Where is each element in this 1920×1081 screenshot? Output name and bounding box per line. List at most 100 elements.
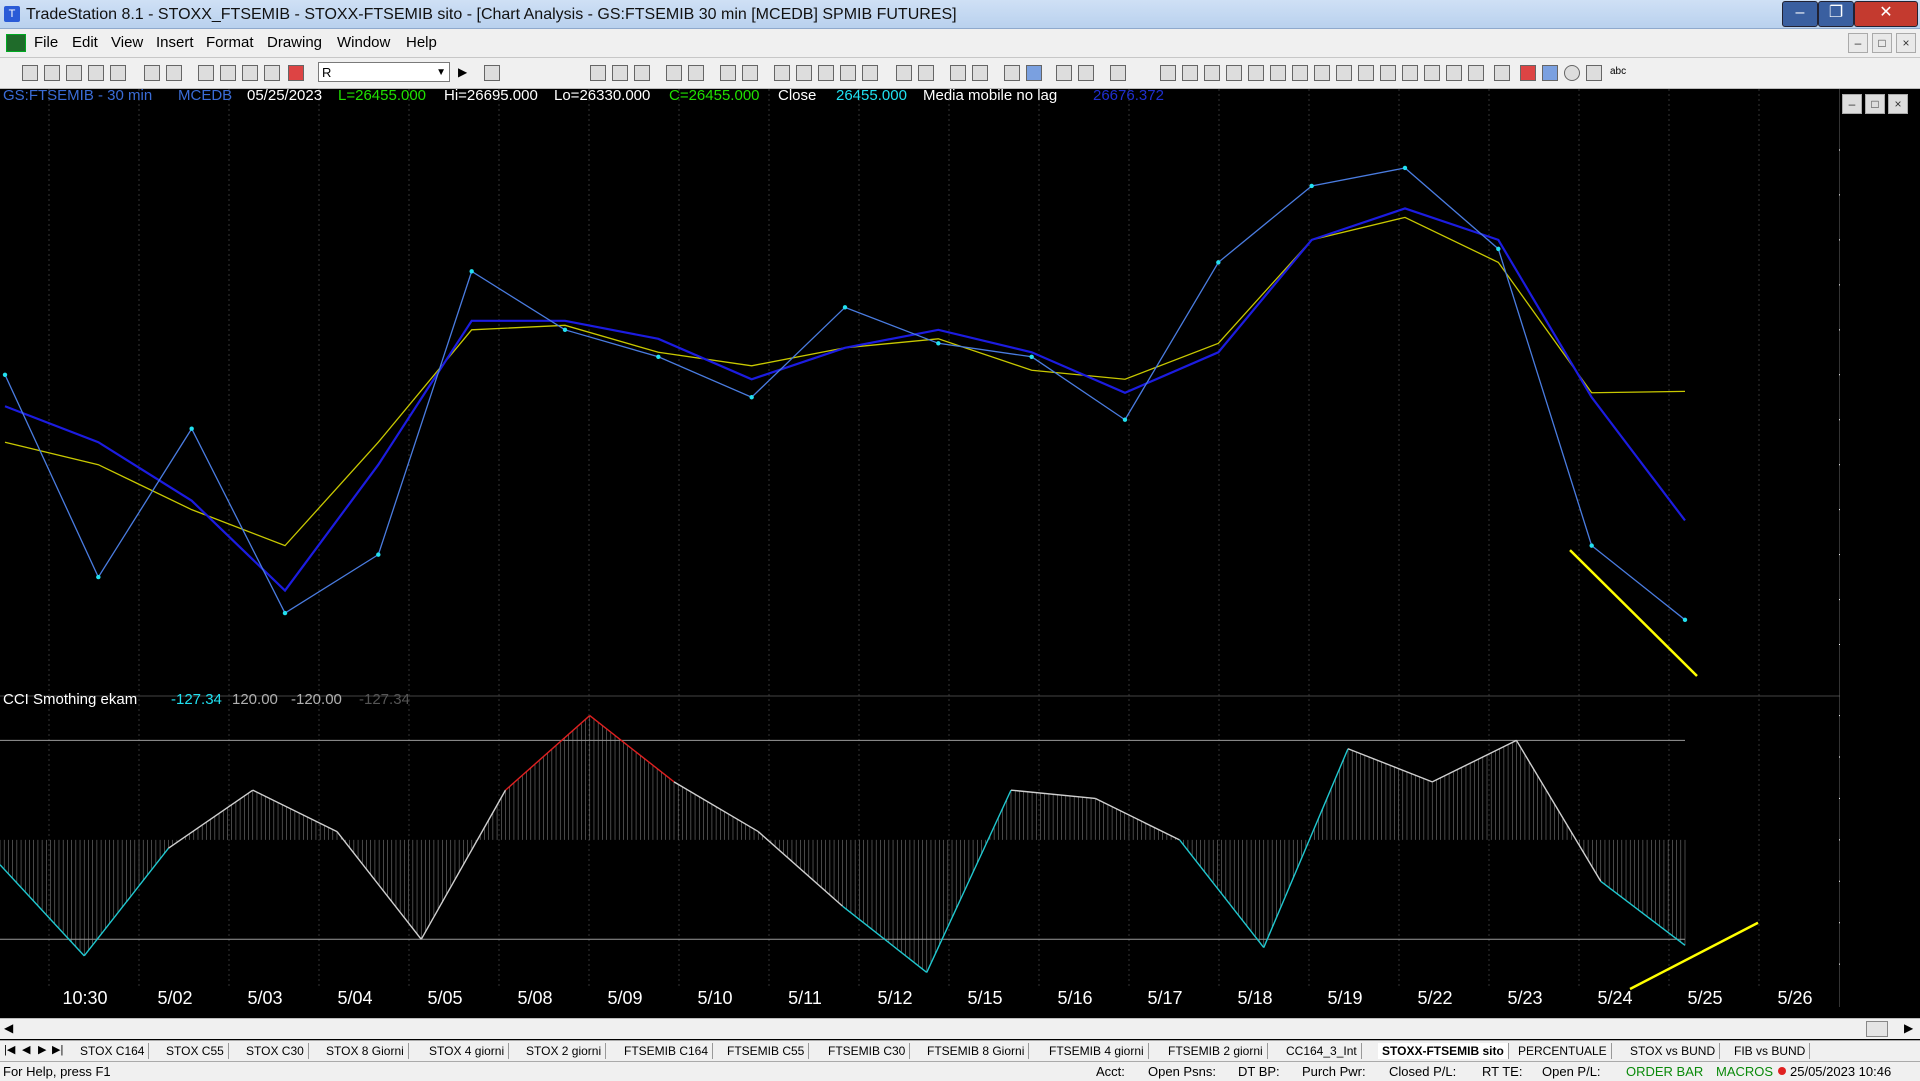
cursor-icon[interactable] (1026, 65, 1042, 81)
tab-stox-c30[interactable]: STOX C30 (242, 1043, 309, 1059)
tab-nav-prev-icon[interactable]: ◀ (22, 1043, 30, 1056)
expand-icon[interactable] (896, 65, 912, 81)
menu-drawing[interactable]: Drawing (267, 34, 322, 51)
mdi-minimize-button[interactable]: – (1848, 33, 1868, 53)
chevron-down-icon[interactable]: ▼ (436, 63, 446, 83)
chart-window-icon[interactable] (6, 34, 26, 52)
text-tool-icon[interactable]: abc (1610, 65, 1626, 79)
parallel-lines-icon[interactable] (1380, 65, 1396, 81)
bar-chart-icon[interactable] (862, 65, 878, 81)
regression-icon[interactable] (1336, 65, 1352, 81)
chart-type-icon[interactable] (590, 65, 606, 81)
play-icon[interactable]: ▶ (458, 65, 472, 79)
compress-icon[interactable] (918, 65, 934, 81)
radar-icon[interactable] (774, 65, 790, 81)
close-button[interactable]: ✕ (1854, 1, 1918, 27)
tab-stoxx-ftsemib-sito[interactable]: STOXX-FTSEMIB sito (1378, 1043, 1509, 1059)
folder-icon[interactable] (110, 65, 126, 81)
new-workspace-icon[interactable] (44, 65, 60, 81)
tab-ftsemib-2-giorni[interactable]: FTSEMIB 2 giorni (1164, 1043, 1268, 1059)
tab-nav-last-icon[interactable]: ▶| (52, 1043, 63, 1056)
tab-cc164-3-int[interactable]: CC164_3_Int (1282, 1043, 1362, 1059)
trendline-icon[interactable] (1160, 65, 1176, 81)
scroll-left-icon[interactable]: ◀ (4, 1021, 13, 1035)
status-order-bar[interactable]: ORDER BAR (1626, 1064, 1703, 1079)
lock-icon[interactable] (242, 65, 258, 81)
fan-icon[interactable] (1468, 65, 1484, 81)
macro-icon[interactable] (1110, 65, 1126, 81)
subwindow-close-button[interactable]: × (1888, 94, 1908, 114)
maximize-button[interactable]: ❐ (1818, 1, 1854, 27)
chart-area[interactable]: 10:30 5/02 5/03 5/04 5/05 5/08 5/09 5/10 5/11 5/1… (0, 87, 1918, 1008)
arrow-horizontal-icon[interactable] (1402, 65, 1418, 81)
scroll-right-icon[interactable]: ▶ (1904, 1021, 1913, 1035)
shield-icon[interactable] (1078, 65, 1094, 81)
vertical-lines-icon[interactable] (1182, 65, 1198, 81)
zoom-in-icon[interactable] (950, 65, 966, 81)
tab-stox-8-giorni[interactable]: STOX 8 Giorni (322, 1043, 409, 1059)
layout-icon[interactable] (198, 65, 214, 81)
tab-ftsemib-c55[interactable]: FTSEMIB C55 (723, 1043, 810, 1059)
tab-fib-vs-bund[interactable]: FIB vs BUND (1730, 1043, 1811, 1059)
fibonacci-retrace-icon[interactable] (1424, 65, 1440, 81)
status-macros[interactable]: MACROS (1716, 1064, 1773, 1079)
freehand-icon[interactable] (1494, 65, 1510, 81)
channel-icon[interactable] (1292, 65, 1308, 81)
scan-icon[interactable] (688, 65, 704, 81)
window-icon[interactable] (666, 65, 682, 81)
subwindow-restore-button[interactable]: □ (1865, 94, 1885, 114)
tab-stox-c55[interactable]: STOX C55 (162, 1043, 229, 1059)
print-preview-icon[interactable] (166, 65, 182, 81)
arrow-down-icon[interactable] (1520, 65, 1536, 81)
rectangle-icon[interactable] (1586, 65, 1602, 81)
print-icon[interactable] (144, 65, 160, 81)
gann-icon[interactable] (1248, 65, 1264, 81)
horizontal-scrollbar[interactable]: ◀ ▶ (0, 1018, 1920, 1039)
tab-percentuale[interactable]: PERCENTUALE (1514, 1043, 1612, 1059)
cycle-lines-icon[interactable] (1358, 65, 1374, 81)
tab-ftsemib-4-giorni[interactable]: FTSEMIB 4 giorni (1045, 1043, 1149, 1059)
minimize-button[interactable]: – (1782, 1, 1818, 27)
matrix-icon[interactable] (796, 65, 812, 81)
grid-icon[interactable] (612, 65, 628, 81)
layout3-icon[interactable] (720, 65, 736, 81)
tab-ftsemib-8-giorni[interactable]: FTSEMIB 8 Giorni (923, 1043, 1030, 1059)
tab-stox-c164[interactable]: STOX C164 (76, 1043, 150, 1059)
fib-icon[interactable] (1226, 65, 1242, 81)
subwindow-minimize-button[interactable]: – (1842, 94, 1862, 114)
tab-stox-4-giorni[interactable]: STOX 4 giorni (425, 1043, 510, 1059)
candles-icon[interactable] (818, 65, 834, 81)
scroll-thumb[interactable] (1866, 1021, 1888, 1037)
bars-icon[interactable] (840, 65, 856, 81)
speed-lines-icon[interactable] (1270, 65, 1286, 81)
symbol-combo[interactable]: R ▼ (318, 62, 450, 82)
menu-format[interactable]: Format (206, 34, 254, 51)
table-icon[interactable] (634, 65, 650, 81)
menu-edit[interactable]: Edit (72, 34, 98, 51)
layout2-icon[interactable] (220, 65, 236, 81)
horizontal-lines-icon[interactable] (1204, 65, 1220, 81)
globe-icon[interactable] (288, 65, 304, 81)
tab-nav-first-icon[interactable]: |◀ (4, 1043, 15, 1056)
andrews-pitchfork-icon[interactable] (1314, 65, 1330, 81)
menu-help[interactable]: Help (406, 34, 437, 51)
zoom-chart-icon[interactable] (484, 65, 500, 81)
menu-insert[interactable]: Insert (156, 34, 194, 51)
tab-stox-2-giorni[interactable]: STOX 2 giorni (522, 1043, 607, 1059)
tab-stox-vs-bund[interactable]: STOX vs BUND (1626, 1043, 1721, 1059)
save-icon[interactable] (264, 65, 280, 81)
menu-view[interactable]: View (111, 34, 143, 51)
tab-ftsemib-c164[interactable]: FTSEMIB C164 (620, 1043, 714, 1059)
menu-window[interactable]: Window (337, 34, 390, 51)
tab-nav-next-icon[interactable]: ▶ (38, 1043, 46, 1056)
pointer-icon[interactable] (1004, 65, 1020, 81)
tools-icon[interactable] (1056, 65, 1072, 81)
arcs-icon[interactable] (1446, 65, 1462, 81)
tab-ftsemib-c30[interactable]: FTSEMIB C30 (824, 1043, 911, 1059)
ellipse-icon[interactable] (1564, 65, 1580, 81)
arrow-up-icon[interactable] (1542, 65, 1558, 81)
chart-svg[interactable]: 10:30 5/02 5/03 5/04 5/05 5/08 5/09 5/10 5/11 5/1… (0, 87, 1918, 1008)
copy-icon[interactable] (88, 65, 104, 81)
new-icon[interactable] (22, 65, 38, 81)
layout4-icon[interactable] (742, 65, 758, 81)
